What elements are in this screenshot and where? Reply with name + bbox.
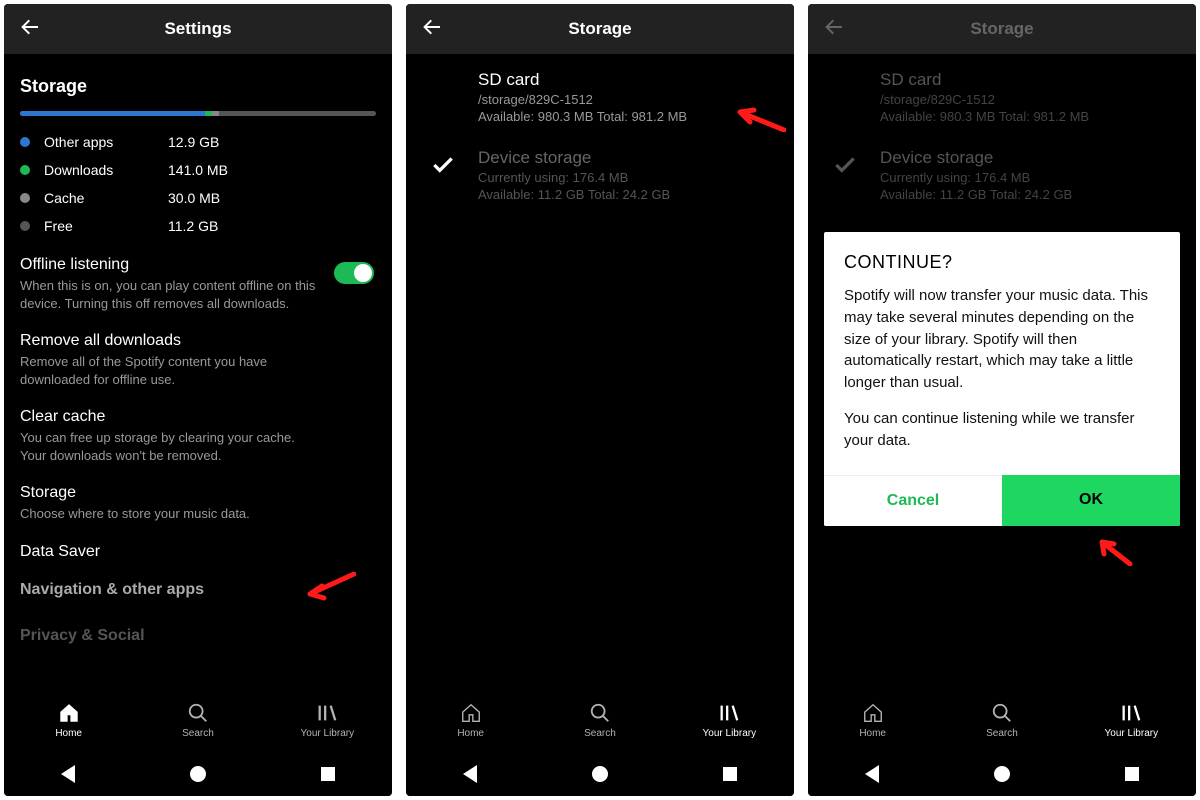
storage-picker-content: SD card /storage/829C-1512 Available: 98… xyxy=(406,54,794,688)
dot-icon xyxy=(20,165,30,175)
check-icon xyxy=(824,148,866,202)
page-title: Settings xyxy=(4,19,392,39)
legend-free: Free 11.2 GB xyxy=(20,218,376,234)
storage-device[interactable]: Device storage Currently using: 176.4 MB… xyxy=(422,138,778,216)
radio-unselected-icon xyxy=(422,70,464,124)
section-privacy: Privacy & Social xyxy=(20,627,376,645)
phone-storage-picker: Storage SD card /storage/829C-1512 Avail… xyxy=(406,4,794,796)
tab-home[interactable]: Home xyxy=(406,688,535,752)
nav-home-icon[interactable] xyxy=(592,766,608,782)
page-title: Storage xyxy=(406,19,794,39)
settings-content: Storage Other apps 12.9 GB Downloads 141… xyxy=(4,54,392,688)
bottom-tabs: Home Search Your Library xyxy=(406,688,794,752)
phone-confirm-dialog: Storage SD card /storage/829C-1512 Avail… xyxy=(808,4,1196,796)
tab-library[interactable]: Your Library xyxy=(1067,688,1196,752)
nav-home-icon[interactable] xyxy=(190,766,206,782)
legend-downloads: Downloads 141.0 MB xyxy=(20,162,376,178)
check-icon xyxy=(422,148,464,202)
storage-device: Device storage Currently using: 176.4 MB… xyxy=(824,138,1180,216)
tab-library[interactable]: Your Library xyxy=(665,688,794,752)
nav-home-icon[interactable] xyxy=(994,766,1010,782)
dialog-body: Spotify will now transfer your music dat… xyxy=(824,285,1180,475)
setting-storage-location[interactable]: Storage Choose where to store your music… xyxy=(20,484,376,523)
nav-back-icon[interactable] xyxy=(61,765,75,783)
storage-sd-card: SD card /storage/829C-1512 Available: 98… xyxy=(824,60,1180,138)
tab-library[interactable]: Your Library xyxy=(263,688,392,752)
back-arrow-icon xyxy=(822,15,850,44)
topbar: Storage xyxy=(406,4,794,54)
offline-toggle[interactable] xyxy=(334,262,374,284)
back-arrow-icon[interactable] xyxy=(420,15,448,44)
storage-heading: Storage xyxy=(20,76,376,97)
system-nav xyxy=(808,752,1196,796)
storage-sd-card[interactable]: SD card /storage/829C-1512 Available: 98… xyxy=(422,60,778,138)
setting-data-saver[interactable]: Data Saver xyxy=(20,543,376,561)
cancel-button[interactable]: Cancel xyxy=(824,475,1002,526)
topbar: Storage xyxy=(808,4,1196,54)
system-nav xyxy=(4,752,392,796)
system-nav xyxy=(406,752,794,796)
tab-search[interactable]: Search xyxy=(133,688,262,752)
dot-icon xyxy=(20,221,30,231)
setting-offline-listening[interactable]: Offline listening When this is on, you c… xyxy=(20,256,376,312)
dialog-title: CONTINUE? xyxy=(824,232,1180,285)
storage-legend: Other apps 12.9 GB Downloads 141.0 MB Ca… xyxy=(20,134,376,234)
phone-settings: Settings Storage Other apps 12.9 GB Down… xyxy=(4,4,392,796)
bottom-tabs: Home Search Your Library xyxy=(4,688,392,752)
tab-search[interactable]: Search xyxy=(937,688,1066,752)
legend-cache: Cache 30.0 MB xyxy=(20,190,376,206)
nav-recent-icon[interactable] xyxy=(723,767,737,781)
setting-remove-downloads[interactable]: Remove all downloads Remove all of the S… xyxy=(20,332,376,388)
page-title: Storage xyxy=(808,19,1196,39)
legend-other-apps: Other apps 12.9 GB xyxy=(20,134,376,150)
dot-icon xyxy=(20,193,30,203)
bottom-tabs: Home Search Your Library xyxy=(808,688,1196,752)
tab-home[interactable]: Home xyxy=(4,688,133,752)
setting-clear-cache[interactable]: Clear cache You can free up storage by c… xyxy=(20,408,376,464)
topbar: Settings xyxy=(4,4,392,54)
section-navigation-apps: Navigation & other apps xyxy=(20,581,376,599)
nav-recent-icon[interactable] xyxy=(321,767,335,781)
tab-search[interactable]: Search xyxy=(535,688,664,752)
dot-icon xyxy=(20,137,30,147)
dialog-buttons: Cancel OK xyxy=(824,475,1180,526)
back-arrow-icon[interactable] xyxy=(18,15,46,44)
nav-back-icon[interactable] xyxy=(463,765,477,783)
ok-button[interactable]: OK xyxy=(1002,475,1180,526)
nav-recent-icon[interactable] xyxy=(1125,767,1139,781)
tab-home[interactable]: Home xyxy=(808,688,937,752)
nav-back-icon[interactable] xyxy=(865,765,879,783)
confirm-dialog: CONTINUE? Spotify will now transfer your… xyxy=(824,232,1180,526)
storage-bar xyxy=(20,111,376,116)
